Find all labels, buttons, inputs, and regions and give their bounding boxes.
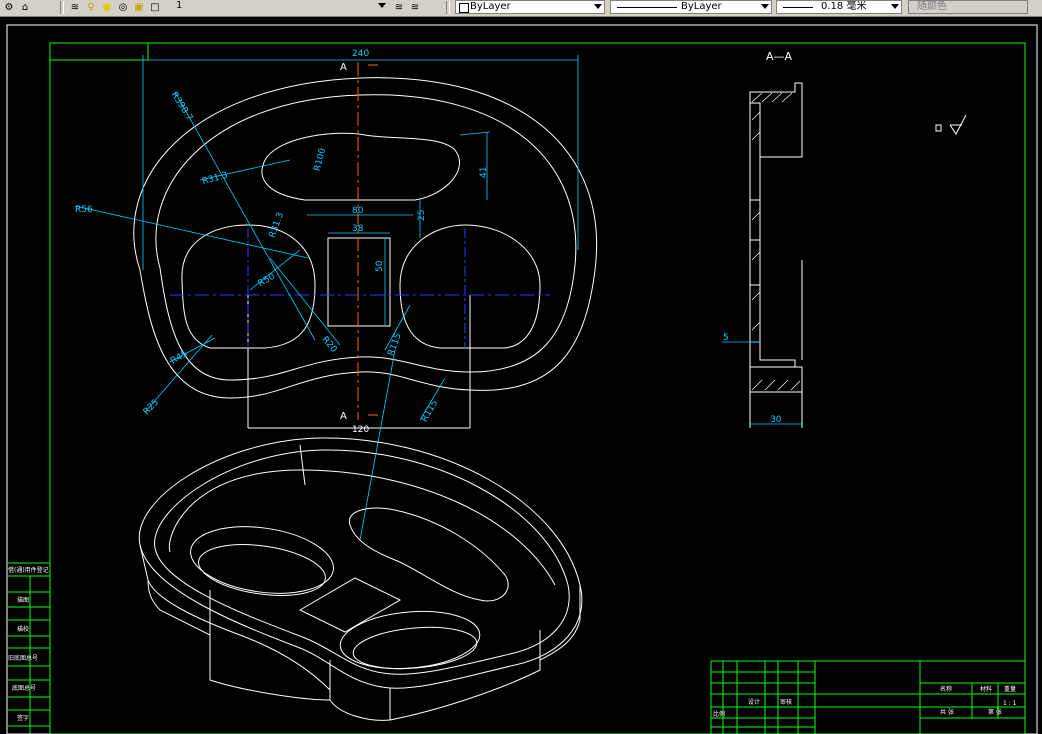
iso-outer-side xyxy=(139,544,391,721)
toolbar-separator xyxy=(60,1,64,14)
iso-side-left xyxy=(147,579,331,701)
dim-r50: R50 xyxy=(257,272,278,290)
lock-icon[interactable]: ▣ xyxy=(132,1,146,15)
cut-label-top: A xyxy=(340,62,347,73)
gear-icon[interactable]: ⚙ xyxy=(2,1,16,15)
dim-50: 50 xyxy=(375,260,385,272)
iso-right-pocket xyxy=(339,610,481,670)
dim-r56: R56 xyxy=(75,205,93,215)
dim-r31: R31.3 xyxy=(201,171,229,187)
home-icon[interactable]: ⌂ xyxy=(18,1,32,15)
layer-state-icon[interactable]: ≋ xyxy=(408,1,422,15)
dim-240: 240 xyxy=(352,49,369,59)
side-cell-5: 底图总号 xyxy=(12,684,36,692)
freeze-icon[interactable]: ◎ xyxy=(116,1,130,15)
iso-center-slot xyxy=(298,577,402,633)
dim-r398: R398.7 xyxy=(169,90,194,122)
toolbar-left-icons: ⚙ ⌂ xyxy=(2,0,34,15)
dimension-labels: 240 120 80 38 50 41 25 R398.7 R100 R31.3… xyxy=(75,49,489,435)
tb-weight: 重量 xyxy=(1004,685,1016,693)
dim-80: 80 xyxy=(352,206,364,216)
side-cell-4: 旧底图总号 xyxy=(8,654,38,662)
dim-120: 120 xyxy=(352,425,369,435)
side-cell-6: 签字 xyxy=(17,714,29,722)
dim-5: 5 xyxy=(723,333,729,343)
dim-r25: R25 xyxy=(142,398,162,418)
linetype-value: ByLayer xyxy=(681,1,722,12)
layer-icons: ≋ ♀ ● ◎ ▣ □ xyxy=(68,0,164,15)
lineweight-value: 0.18 毫米 xyxy=(821,1,867,12)
tb-sheet: 共 张 xyxy=(940,708,954,716)
tb-page: 第 张 xyxy=(988,708,1002,716)
roughness-symbol xyxy=(935,114,967,135)
iso-side-right xyxy=(389,585,581,721)
title-block xyxy=(710,660,1026,734)
tb-ratio: 比例 xyxy=(713,710,725,718)
dimensions xyxy=(74,55,579,541)
layer-tools: ≋ ≋ xyxy=(392,0,424,15)
bulb-icon[interactable]: ♀ xyxy=(84,1,98,15)
iso-outer-top xyxy=(138,437,583,689)
properties-toolbar: ⚙ ⌂ ≋ ♀ ● ◎ ▣ □ 1 ≋ ≋ ByLayer ByLayer 0.… xyxy=(0,0,1042,17)
hatching xyxy=(751,92,801,391)
dim-r31b: R31.3 xyxy=(268,211,286,239)
dim-r100: R100 xyxy=(313,147,329,172)
top-slot xyxy=(261,132,460,201)
chevron-down-icon[interactable] xyxy=(891,4,899,9)
sun-icon[interactable]: ● xyxy=(100,1,114,15)
plotstyle-dropdown: 随颜色 xyxy=(908,0,1028,14)
layer-dropdown[interactable]: 1 xyxy=(162,0,390,14)
line-sample xyxy=(617,7,677,8)
iso-inner-top xyxy=(154,449,570,675)
layer-prev-icon[interactable]: ≋ xyxy=(392,1,406,15)
layers-icon[interactable]: ≋ xyxy=(68,1,82,15)
tb-material: 材料 xyxy=(980,685,992,693)
color-swatch-icon: □ xyxy=(150,2,160,13)
lineweight-dropdown[interactable]: 0.18 毫米 xyxy=(776,0,902,14)
tb-design: 设计 xyxy=(748,698,760,706)
tb-scale: 1 : 1 xyxy=(1003,700,1017,707)
dim-30: 30 xyxy=(770,415,782,425)
cad-drawing: 借(通)用件登记 描图 描校 旧底图总号 底图总号 签字 A A 240 120… xyxy=(6,24,1038,734)
inner-frame xyxy=(49,42,1026,734)
color-swatch-icon xyxy=(459,3,469,13)
layer-name: 1 xyxy=(176,0,183,11)
section-title: A—A xyxy=(766,50,793,63)
chevron-down-icon[interactable] xyxy=(761,4,769,9)
dim-38: 38 xyxy=(352,224,364,234)
color-dropdown[interactable]: ByLayer xyxy=(455,0,605,14)
side-column: 借(通)用件登记 描图 描校 旧底图总号 底图总号 签字 xyxy=(7,562,50,734)
iso-left-pocket-inner xyxy=(198,544,326,596)
dim-r20: R20 xyxy=(320,335,339,355)
cut-label-bottom: A xyxy=(340,411,347,422)
side-cell-1: 借(通)用件登记 xyxy=(8,566,49,574)
side-cell-3: 描校 xyxy=(17,625,29,633)
dim-r115b: R115 xyxy=(420,399,440,424)
isometric-view xyxy=(138,437,583,721)
chevron-down-icon[interactable] xyxy=(378,3,386,8)
line-sample xyxy=(783,7,813,8)
inner-contour xyxy=(155,94,577,381)
title-block-text: 名称 材料 重量 1 : 1 共 张 第 张 设计 审核 比例 xyxy=(713,685,1017,718)
section-view xyxy=(749,82,803,428)
iso-left-pocket xyxy=(190,526,334,594)
color-value: ByLayer xyxy=(470,1,511,12)
side-cell-2: 描图 xyxy=(17,596,29,604)
dim-25: 25 xyxy=(417,210,427,221)
drawing-canvas[interactable]: 借(通)用件登记 描图 描校 旧底图总号 底图总号 签字 A A 240 120… xyxy=(0,17,1042,734)
chevron-down-icon[interactable] xyxy=(594,4,602,9)
toolbar-separator xyxy=(446,1,450,14)
outer-frame xyxy=(6,24,1038,734)
dim-41: 41 xyxy=(479,167,489,178)
plotstyle-value: 随颜色 xyxy=(917,1,947,12)
linetype-dropdown[interactable]: ByLayer xyxy=(610,0,772,14)
plan-view xyxy=(133,77,597,429)
tb-check: 审核 xyxy=(780,698,792,706)
dim-r115: R115 xyxy=(386,332,403,357)
center-slot xyxy=(327,237,391,327)
tb-name: 名称 xyxy=(940,685,952,693)
